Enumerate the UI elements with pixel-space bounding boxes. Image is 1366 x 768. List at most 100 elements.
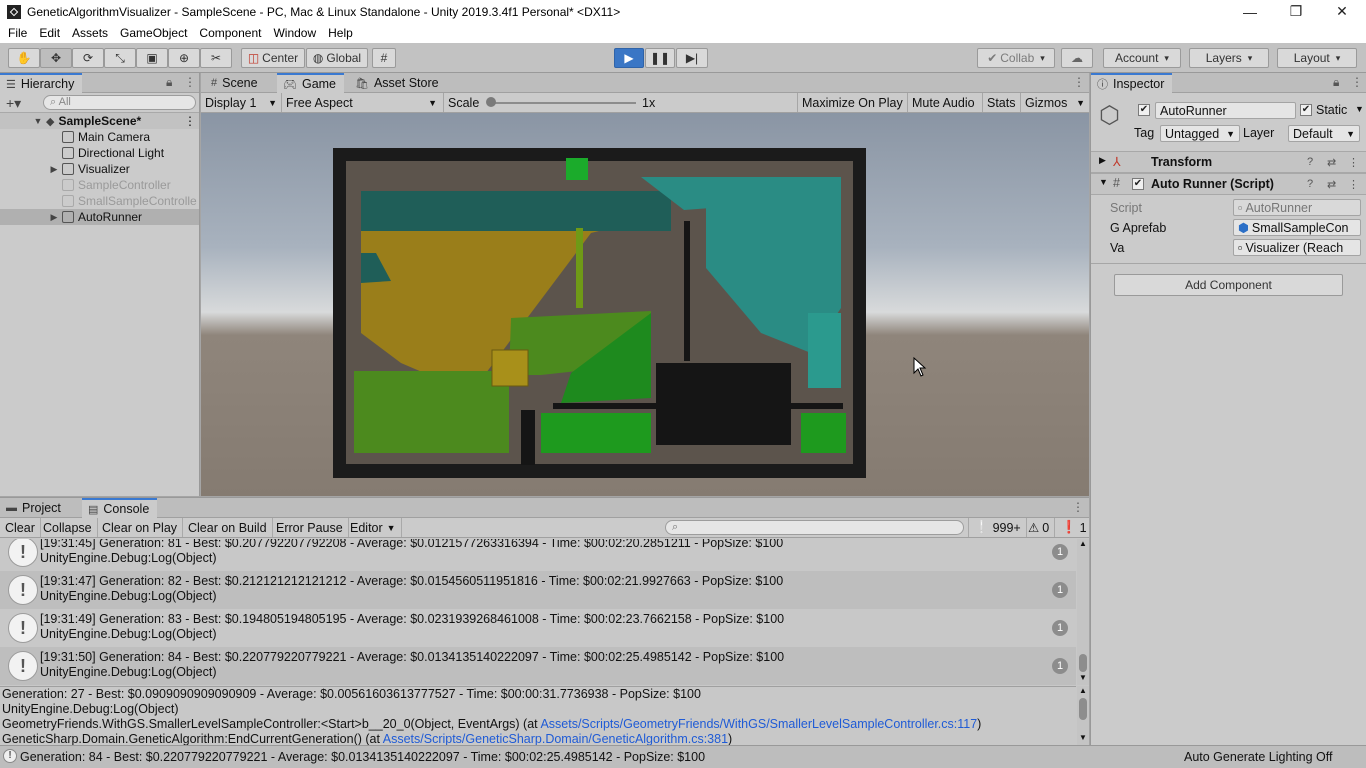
layout-dropdown[interactable]: Layout (1277, 48, 1357, 68)
preset-icon[interactable]: ⇄ (1327, 178, 1336, 191)
tab-game[interactable]: 🎮︎ Game (277, 73, 345, 93)
more-options-icon[interactable]: ⋮ (184, 75, 196, 89)
console-search-input[interactable]: ⌕ (665, 520, 964, 535)
tab-inspector[interactable]: ⓘ Inspector (1091, 73, 1173, 93)
minimize-button[interactable]: — (1227, 0, 1273, 23)
move-tool-icon[interactable]: ✥ (40, 48, 72, 68)
log-entry[interactable]: ! [19:31:49] Generation: 83 - Best: $0.1… (0, 609, 1076, 647)
object-name-field[interactable]: AutoRunner (1155, 102, 1296, 119)
log-entry[interactable]: ! [19:31:50] Generation: 84 - Best: $0.2… (0, 647, 1076, 685)
collapsed-arrow-icon[interactable]: ▶ (1099, 155, 1106, 166)
collapsed-arrow-icon[interactable]: ▶ (46, 164, 62, 175)
menu-gameobject[interactable]: GameObject (114, 23, 193, 43)
menu-assets[interactable]: Assets (66, 23, 114, 43)
tab-console[interactable]: ▤ Console (82, 498, 158, 518)
transform-tool-icon[interactable]: ⊕ (168, 48, 200, 68)
expand-arrow-icon[interactable]: ▼ (32, 116, 44, 126)
hierarchy-item-autorunner[interactable]: ▶ AutoRunner (0, 209, 199, 225)
more-options-icon[interactable]: ⋮ (1351, 75, 1363, 89)
tab-project[interactable]: ▬ Project (0, 498, 69, 518)
error-count-toggle[interactable]: ❗ 1 (1056, 518, 1092, 537)
pivot-center-button[interactable]: ◫ Center (241, 48, 305, 68)
scene-row[interactable]: ▼ ◆ SampleScene* ⋮ (0, 113, 199, 129)
layer-dropdown[interactable]: Default ▼ (1288, 125, 1360, 142)
aspect-dropdown[interactable]: Free Aspect ▼ (281, 93, 441, 112)
menu-help[interactable]: Help (322, 23, 359, 43)
step-button[interactable]: ▶| (676, 48, 708, 68)
log-entry[interactable]: ! [19:31:45] Generation: 81 - Best: $0.2… (0, 539, 1076, 571)
scroll-down-icon[interactable]: ▼ (1079, 733, 1087, 742)
hierarchy-search-input[interactable]: ⌕ All (43, 95, 196, 110)
g-aprefab-field[interactable]: ⬢ SmallSampleCon (1233, 219, 1361, 236)
hierarchy-item-directional-light[interactable]: Directional Light (0, 145, 199, 161)
scroll-up-icon[interactable]: ▲ (1079, 686, 1087, 695)
hand-tool-icon[interactable]: ✋ (8, 48, 40, 68)
clear-on-play-button[interactable]: Clear on Play (97, 518, 184, 537)
scroll-thumb[interactable] (1079, 654, 1087, 672)
collab-button[interactable]: ✔ Collab (977, 48, 1055, 68)
stats-toggle[interactable]: Stats (982, 93, 1020, 112)
menu-edit[interactable]: Edit (33, 23, 66, 43)
account-dropdown[interactable]: Account (1103, 48, 1181, 68)
static-checkbox[interactable]: ✔ (1300, 104, 1312, 116)
more-options-icon[interactable]: ⋮ (1073, 75, 1085, 89)
scene-menu-icon[interactable]: ⋮ (184, 114, 196, 128)
editor-dropdown[interactable]: Editor ▼ (345, 518, 402, 537)
preset-icon[interactable]: ⇄ (1327, 156, 1336, 169)
clear-button[interactable]: Clear (0, 518, 41, 537)
help-icon[interactable]: ? (1307, 178, 1313, 190)
menu-window[interactable]: Window (267, 23, 322, 43)
collapsed-arrow-icon[interactable]: ▶ (46, 212, 62, 223)
clear-on-build-button[interactable]: Clear on Build (183, 518, 273, 537)
create-plus-icon[interactable]: +▾ (6, 95, 21, 112)
lock-icon[interactable]: 🔒︎ (1333, 75, 1339, 90)
tab-hierarchy[interactable]: ☰ Hierarchy (0, 73, 83, 93)
mute-audio-toggle[interactable]: Mute Audio (907, 93, 982, 112)
scale-slider-handle[interactable] (486, 97, 496, 107)
hierarchy-item-visualizer[interactable]: ▶ Visualizer (0, 161, 199, 177)
close-button[interactable]: ✕ (1319, 0, 1365, 23)
static-dropdown-icon[interactable]: ▼ (1355, 104, 1364, 114)
add-component-button[interactable]: Add Component (1114, 274, 1343, 296)
info-count-toggle[interactable]: ❕ 999+ (968, 518, 1027, 537)
detail-scrollbar[interactable]: ▲ ▼ (1077, 686, 1089, 745)
rotate-tool-icon[interactable]: ⟳ (72, 48, 104, 68)
stacktrace-link[interactable]: Assets/Scripts/GeometryFriends/WithGS/Sm… (540, 717, 977, 731)
scroll-up-icon[interactable]: ▲ (1079, 539, 1087, 548)
tab-asset-store[interactable]: 🛍︎ Asset Store (349, 73, 447, 93)
display-dropdown[interactable]: Display 1 ▼ (201, 93, 281, 112)
warning-count-toggle[interactable]: ⚠ 0 (1023, 518, 1056, 537)
log-entry[interactable]: ! [19:31:47] Generation: 82 - Best: $0.2… (0, 571, 1076, 609)
status-message[interactable]: Generation: 84 - Best: $0.22077922077922… (20, 750, 705, 764)
lock-icon[interactable]: 🔒︎ (166, 75, 172, 90)
game-viewport[interactable] (201, 113, 1089, 496)
hierarchy-item-smallsamplecontroller[interactable]: SmallSampleControlle (0, 193, 199, 209)
error-pause-button[interactable]: Error Pause (271, 518, 349, 537)
pause-button[interactable]: ❚❚ (645, 48, 675, 68)
tag-dropdown[interactable]: Untagged ▼ (1160, 125, 1240, 142)
restore-button[interactable]: ❐ (1273, 0, 1319, 23)
scroll-thumb[interactable] (1079, 698, 1087, 720)
expanded-arrow-icon[interactable]: ▼ (1099, 177, 1108, 187)
scale-slider-track[interactable] (488, 102, 636, 104)
transform-header[interactable]: ▶ ⅄ Transform ? ⇄ ⋮ (1091, 151, 1366, 173)
menu-file[interactable]: File (2, 23, 33, 43)
hierarchy-item-samplecontroller[interactable]: SampleController (0, 177, 199, 193)
more-options-icon[interactable]: ⋮ (1072, 500, 1084, 514)
maximize-on-play-toggle[interactable]: Maximize On Play (797, 93, 907, 112)
log-scrollbar[interactable]: ▲ ▼ (1077, 539, 1089, 685)
tab-scene[interactable]: # Scene (205, 73, 266, 93)
custom-tool-icon[interactable]: ✂ (200, 48, 232, 68)
hierarchy-item-main-camera[interactable]: Main Camera (0, 129, 199, 145)
active-checkbox[interactable]: ✔ (1138, 104, 1150, 116)
play-button[interactable]: ▶ (614, 48, 644, 68)
auto-lighting-status[interactable]: Auto Generate Lighting Off (1184, 750, 1332, 764)
help-icon[interactable]: ? (1307, 156, 1313, 168)
scale-tool-icon[interactable]: ⤡ (104, 48, 136, 68)
component-menu-icon[interactable]: ⋮ (1348, 178, 1359, 191)
rect-tool-icon[interactable]: ▣ (136, 48, 168, 68)
auto-runner-header[interactable]: ▼ # ✔ Auto Runner (Script) ? ⇄ ⋮ (1091, 173, 1366, 195)
va-field[interactable]: ▫ Visualizer (Reach (1233, 239, 1361, 256)
global-space-button[interactable]: ◍ Global (306, 48, 368, 68)
layers-dropdown[interactable]: Layers (1189, 48, 1269, 68)
